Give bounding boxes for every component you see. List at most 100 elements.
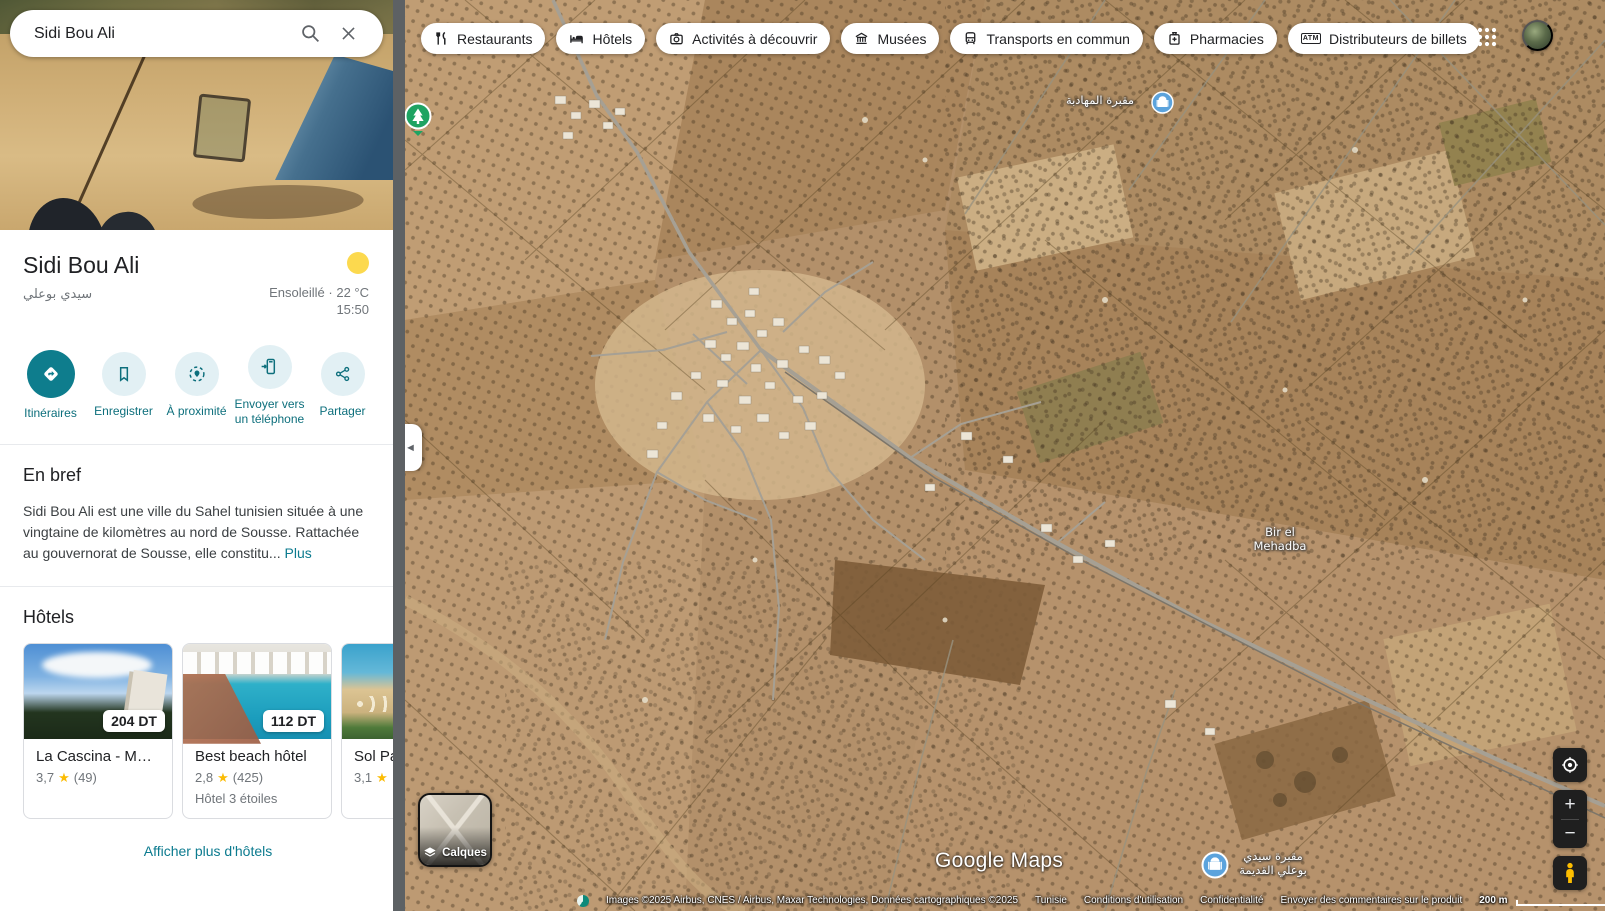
hotel-card[interactable]: Sol Pa 3,1 ★ [341,643,393,819]
action-bar: Itinéraires Enregistrer À proximité Envo… [0,333,393,444]
pegman-button[interactable] [1553,856,1587,890]
cemetery-poi-icon[interactable] [1201,851,1229,884]
about-section: En bref Sidi Bou Ali est une ville du Sa… [0,445,393,586]
zoom-in-button[interactable]: + [1553,791,1587,819]
layers-button[interactable]: Calques [418,793,492,867]
rating-value: 2,8 [195,770,213,785]
layers-label: Calques [442,847,487,859]
imagery-attribution: Images ©2025 Airbus, CNES / Airbus, Maxa… [606,895,1018,906]
region-label: Tunisie [1035,895,1067,906]
chip-label: Transports en commun [986,31,1129,47]
chip-hotels[interactable]: Hôtels [556,23,645,54]
hotel-photo: 204 DT [24,644,172,739]
save-button[interactable]: Enregistrer [87,345,160,428]
hotel-name: La Cascina - Mai... [36,748,160,765]
search-input[interactable] [14,25,291,43]
chip-museums[interactable]: Musées [841,23,939,54]
chip-restaurants[interactable]: Restaurants [421,23,545,54]
museum-icon [854,31,869,46]
map-scale[interactable]: 200 m [1479,895,1605,906]
price-badge: 112 DT [263,710,324,732]
photo-person [91,208,166,230]
star-icon: ★ [376,770,388,786]
rating-value: 3,1 [354,770,372,785]
my-location-icon [1560,755,1580,775]
directions-button[interactable]: Itinéraires [14,345,87,428]
chip-pharmacies[interactable]: Pharmacies [1154,23,1277,54]
share-icon [321,352,365,396]
pharmacy-icon [1167,31,1182,46]
search-icon [300,23,321,44]
satellite-imagery [405,0,1605,911]
price-badge: 204 DT [103,710,165,732]
photo-shadow [183,185,373,219]
hotel-name: Sol Pa [354,748,393,765]
tree-icon [405,101,433,138]
rating-value: 3,7 [36,770,54,785]
map-label-cemetery-north[interactable]: مقبرة المهادبة [1045,93,1155,107]
panel-scrollbar[interactable] [393,0,405,911]
action-label: À proximité [160,404,233,420]
hotel-card[interactable]: 204 DT La Cascina - Mai... 3,7 ★ (49) [23,643,173,819]
weather-widget[interactable]: Ensoleillé · 22 °C 15:50 [269,252,369,319]
hotel-cards: 204 DT La Cascina - Mai... 3,7 ★ (49) [23,643,393,819]
weather-summary: Ensoleillé · 22 °C [269,285,369,302]
search-button[interactable] [291,15,329,53]
nearby-button[interactable]: À proximité [160,345,233,428]
my-location-button[interactable] [1553,748,1587,782]
about-text: Sidi Bou Ali est une ville du Sahel tuni… [23,503,363,561]
feedback-link[interactable]: Envoyer des commentaires sur le produit [1280,895,1462,906]
hotel-photo-detail [183,652,331,674]
label-line: Bir el [1235,525,1325,539]
chip-label: Hôtels [592,31,632,47]
about-heading: En bref [23,465,369,486]
hotels-heading: Hôtels [23,607,393,628]
park-poi-pin[interactable] [405,101,433,143]
nearby-icon [175,352,219,396]
hotel-rating: 3,1 ★ [354,770,393,786]
search-box [10,10,383,57]
google-apps-button[interactable] [1475,25,1499,49]
hotels-section: Hôtels 204 DT La Cascina - Mai... 3,7 ★ … [0,587,393,911]
apps-grid-icon [1475,25,1499,49]
map-canvas[interactable]: Restaurants Hôtels Activités à découvrir… [405,0,1605,911]
label-line: بوعلي القديمة [1233,863,1313,877]
collapse-panel-button[interactable]: ◄ [405,424,422,471]
hotels-icon [569,31,584,46]
sun-icon [347,252,369,274]
chip-attractions[interactable]: Activités à découvrir [656,23,830,54]
chip-transit[interactable]: Transports en commun [950,23,1142,54]
privacy-link[interactable]: Confidentialité [1200,895,1263,906]
share-button[interactable]: Partager [306,345,379,428]
weather-time: 15:50 [269,302,369,319]
account-avatar[interactable] [1522,20,1553,51]
label-line: مقبرة سيدي [1233,849,1313,863]
clear-search-button[interactable] [329,15,367,53]
label-line: Mehadba [1235,539,1325,553]
map-label-bir-el-mehadba[interactable]: Bir el Mehadba [1235,525,1325,554]
send-to-phone-button[interactable]: Envoyer vers un téléphone [233,345,306,428]
terms-link[interactable]: Conditions d'utilisation [1084,895,1183,906]
zoom-out-button[interactable]: − [1553,820,1587,848]
show-more-hotels-link[interactable]: Afficher plus d'hôtels [144,843,273,859]
place-title: Sidi Bou Ali [23,252,139,279]
action-label: Itinéraires [14,406,87,422]
hotel-subtitle: Hôtel 3 étoiles [195,791,319,806]
hotel-name: Best beach hôtel [195,748,319,765]
hotel-card[interactable]: 112 DT Best beach hôtel 2,8 ★ (425) Hôte… [182,643,332,819]
cemetery-poi-icon[interactable] [1151,91,1174,119]
chip-label: Restaurants [457,31,532,47]
hotel-photo-detail [182,674,261,744]
chip-atms[interactable]: ATM Distributeurs de billets [1288,23,1480,54]
mosque-icon [1201,851,1229,879]
google-maps-watermark: Google Maps [935,849,1063,873]
star-icon: ★ [58,770,70,786]
hotel-photo: 112 DT [183,644,331,739]
action-label: Partager [306,404,379,420]
pegman-icon [1561,862,1579,884]
map-label-cemetery-south[interactable]: مقبرة سيدي بوعلي القديمة [1233,849,1313,878]
bookmark-icon [102,352,146,396]
about-more-link[interactable]: Plus [285,545,312,561]
photo-person [28,198,106,230]
chip-label: Distributeurs de billets [1329,31,1467,47]
